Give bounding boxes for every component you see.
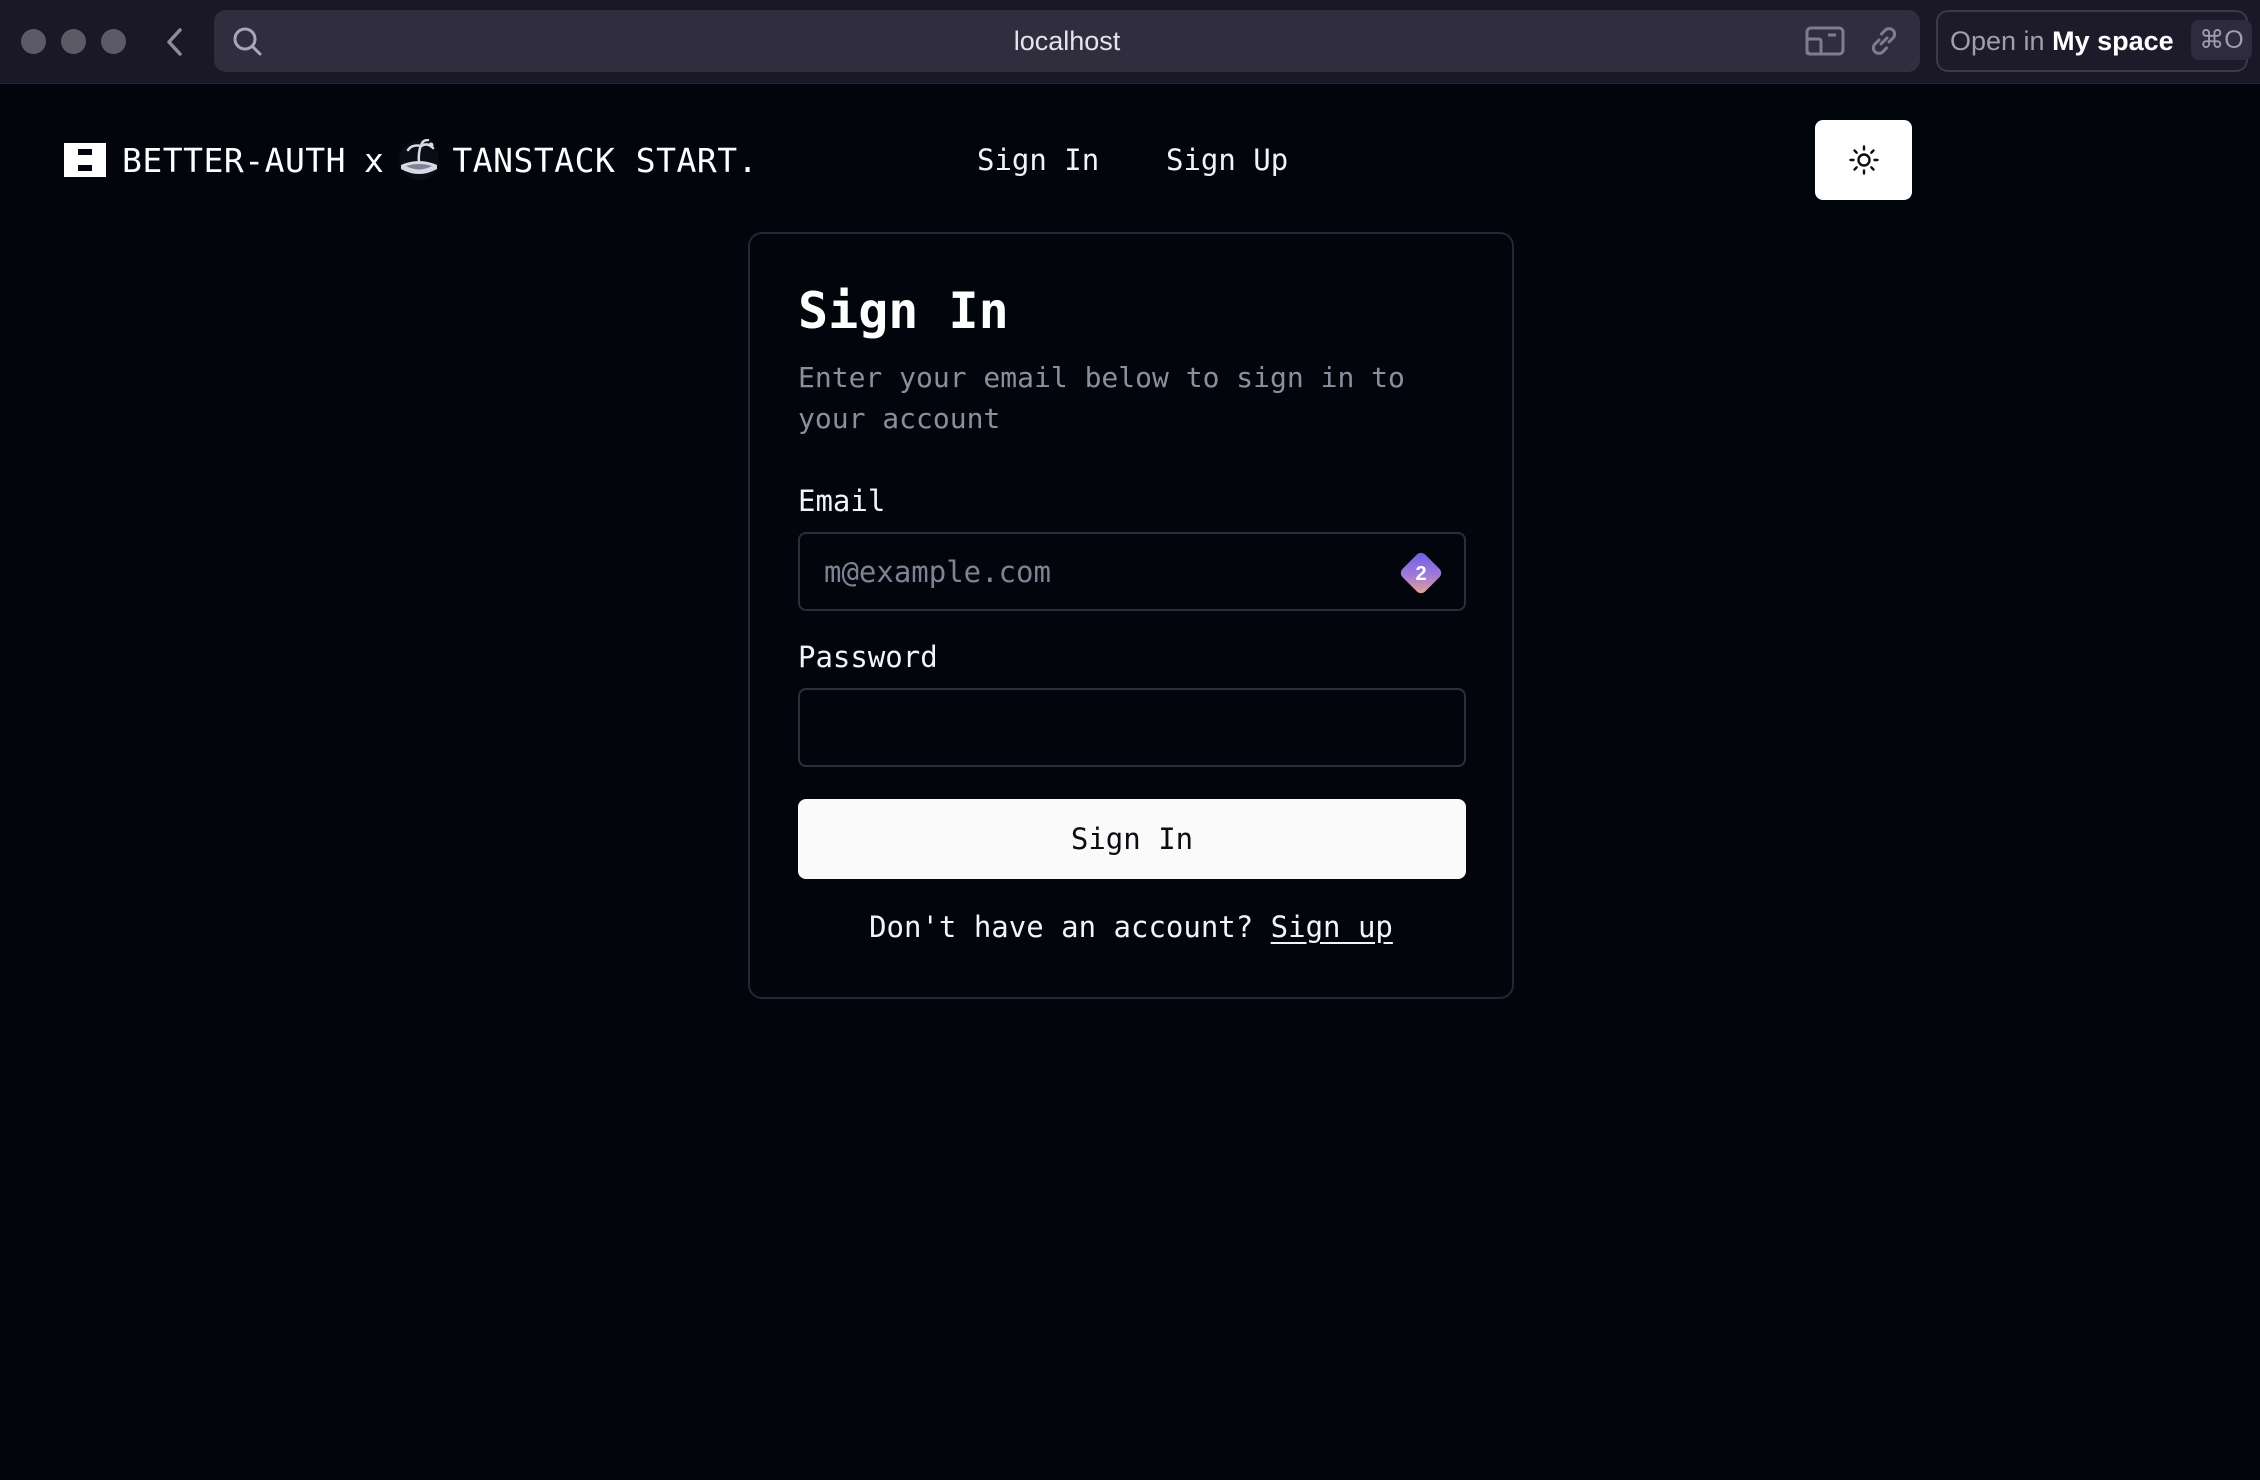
sign-up-prompt: Don't have an account? Sign up [750,910,1512,944]
nav-sign-in-link[interactable]: Sign In [977,136,1099,184]
password-manager-count: 2 [1415,563,1426,585]
brand-separator: x [364,140,385,180]
brand-name-right: TANSTACK START. [452,140,758,180]
sign-in-card: Sign In Enter your email below to sign i… [748,232,1514,999]
sign-up-prompt-text: Don't have an account? [869,910,1254,944]
minimize-window-button[interactable] [61,29,86,54]
link-icon[interactable] [1866,23,1902,59]
sign-in-submit-button[interactable]: Sign In [798,799,1466,879]
email-input[interactable] [798,532,1466,611]
card-description: Enter your email below to sign in to you… [798,361,1405,435]
open-in-space-button[interactable]: Open in My space ⌘O [1936,10,2252,72]
close-window-button[interactable] [21,29,46,54]
back-arrow-icon[interactable] [160,22,190,62]
password-label: Password [798,640,938,674]
tanstack-island-icon [399,139,440,180]
open-in-target: My space [2052,26,2174,56]
open-in-label: Open in [1950,26,2045,56]
theme-toggle-button[interactable] [1815,120,1912,200]
picture-in-picture-icon[interactable] [1804,22,1846,60]
card-title: Sign In [798,282,1009,340]
address-bar[interactable]: localhost [214,10,1920,72]
keyboard-shortcut: ⌘O [2191,19,2252,60]
url-text: localhost [1013,26,1121,56]
password-manager-icon[interactable]: 2 [1393,545,1449,601]
sun-icon [1848,145,1879,175]
browser-toolbar: localhost Open in My space ⌘O [0,0,2260,84]
zoom-window-button[interactable] [101,29,126,54]
better-auth-logo-icon [64,143,106,177]
sign-up-link[interactable]: Sign up [1271,910,1393,944]
password-input[interactable] [798,688,1466,767]
nav-sign-up-link[interactable]: Sign Up [1166,136,1288,184]
brand-link[interactable]: BETTER-AUTH x TANSTACK START. [64,136,758,184]
brand-name-left: BETTER-AUTH [122,140,347,180]
email-label: Email [798,484,886,518]
